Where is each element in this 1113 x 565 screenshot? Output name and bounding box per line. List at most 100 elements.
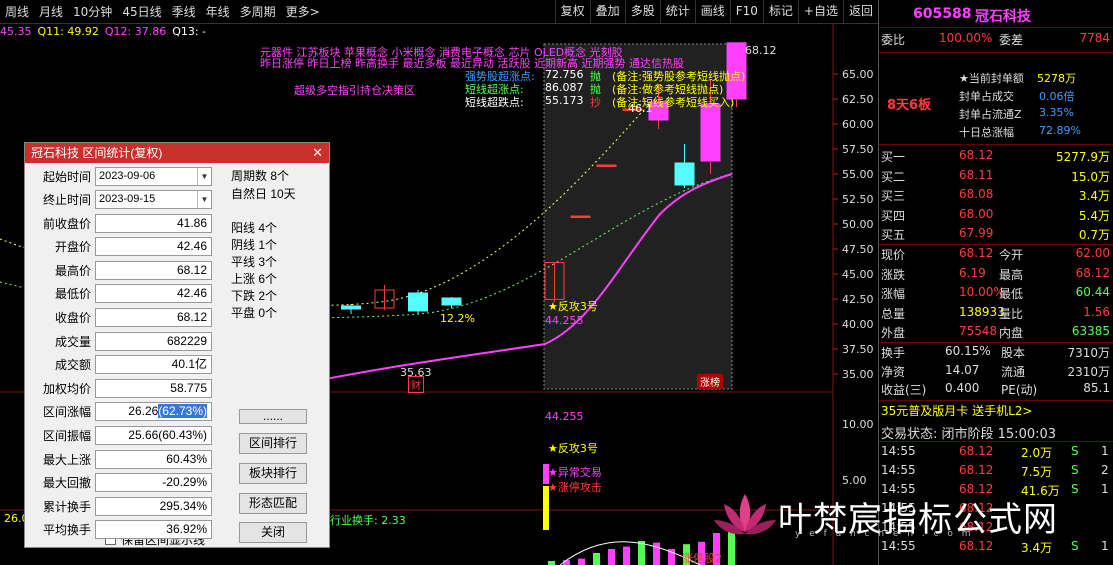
stat-value-field[interactable]: 58.775 xyxy=(95,378,212,398)
toolbar-button-2[interactable]: 多股 xyxy=(624,0,660,24)
promo-row: 35元普及版月卡 送手机L2> xyxy=(879,402,1113,421)
stat-row-7: 加权均价 58.775 xyxy=(29,378,212,398)
stat-row-12: 累计换手 295.34% xyxy=(29,496,212,516)
period-tab-2[interactable]: 10分钟 xyxy=(68,0,117,24)
industry-turnover: 行业换手: 2.33 xyxy=(330,514,406,527)
separator xyxy=(879,27,1113,28)
stat-value-field[interactable]: 25.66(60.43%) xyxy=(95,425,212,445)
pattern-match-button[interactable]: 形态匹配 xyxy=(239,493,307,514)
seal-info-label: 十日总涨幅 xyxy=(959,126,1014,139)
stat-row-0: 前收盘价 41.86 xyxy=(29,213,212,233)
stat-value-field[interactable]: 42.46 xyxy=(95,237,212,257)
volume-bar xyxy=(608,549,615,565)
toolbar-button-6[interactable]: 标记 xyxy=(762,0,798,24)
stat-row-6: 成交额 40.1亿 xyxy=(29,355,212,375)
period-tab-3[interactable]: 45日线 xyxy=(117,0,166,24)
counter-attack-value: 44.255 xyxy=(545,314,584,327)
quote-label: 最低 xyxy=(999,287,1024,302)
bid-volume: 3.4万 xyxy=(1078,189,1110,204)
stat-row-13: 平均换手 36.92% xyxy=(29,520,212,540)
candle-count-stat: 平线 3个 xyxy=(231,255,278,269)
toolbar-button-0[interactable]: 复权 xyxy=(554,0,590,24)
stat-value-field[interactable]: 295.34% xyxy=(95,496,212,516)
price-axis-label: 60.00 xyxy=(842,118,874,131)
start-time-picker[interactable]: 2023-09-06 ▼ xyxy=(95,166,212,186)
interval-rank-button[interactable]: 区间排行 xyxy=(239,433,307,454)
stat-label: 收盘价 xyxy=(54,310,91,325)
ma-value-2: Q12: 37.86 xyxy=(104,25,167,38)
stat-value-field[interactable]: 36.92% xyxy=(95,520,212,540)
toolbar-button-8[interactable]: 返回 xyxy=(842,0,878,24)
end-time-row: 终止时间 2023-09-15 ▼ xyxy=(29,189,212,209)
stat-label: 加权均价 xyxy=(42,381,91,396)
seal-info-row: 封单占流通Z 3.35% xyxy=(879,106,1113,125)
chevron-down-icon[interactable]: ▼ xyxy=(197,190,211,208)
price-axis-label: 47.50 xyxy=(842,243,874,256)
candle-body xyxy=(596,164,617,167)
stat-value-field[interactable]: 60.43% xyxy=(95,449,212,469)
fundamental-label: 股本 xyxy=(1001,346,1026,360)
fundamental-value: 60.15% xyxy=(945,344,991,358)
price-axis-label: 62.50 xyxy=(842,93,874,106)
limit-attack-label: ★涨停攻击 xyxy=(548,481,602,494)
stat-value-field[interactable]: 682229 xyxy=(95,331,212,351)
toolbar-button-1[interactable]: 叠加 xyxy=(589,0,625,24)
period-tab-0[interactable]: 周线 xyxy=(0,0,34,24)
fundamental-label: 收益(三) xyxy=(881,383,927,397)
bid-volume: 5.4万 xyxy=(1078,208,1110,223)
end-time-picker[interactable]: 2023-09-15 ▼ xyxy=(95,189,212,209)
period-tab-5[interactable]: 年线 xyxy=(201,0,235,24)
stat-value-field[interactable]: 41.86 xyxy=(95,213,212,233)
toolbar-button-5[interactable]: F10 xyxy=(729,0,763,24)
toolbar-button-4[interactable]: 画线 xyxy=(694,0,730,24)
end-time-label: 终止时间 xyxy=(42,192,91,207)
stat-label: 最高价 xyxy=(54,263,91,278)
toolbar-button-3[interactable]: 统计 xyxy=(659,0,695,24)
period-tab-7[interactable]: 更多> xyxy=(281,0,325,24)
function-buttons: 复权 叠加 多股 统计 画线 F10 标记 +自选 返回 xyxy=(554,0,878,24)
price-axis-label: 40.00 xyxy=(842,318,874,331)
tick-side: S xyxy=(1071,444,1079,458)
promo-link[interactable]: 35元普及版月卡 送手机L2> xyxy=(881,402,1032,419)
close-button[interactable]: 关闭 xyxy=(239,522,307,543)
stat-value-field[interactable]: 26.26(62.73%) xyxy=(95,402,212,422)
period-tab-1[interactable]: 月线 xyxy=(34,0,68,24)
price-axis-label: 50.00 xyxy=(842,218,874,231)
candle-body xyxy=(441,297,462,306)
quote-value: 62.00 xyxy=(1075,246,1110,260)
quote-label: 涨幅 xyxy=(881,287,906,302)
signal-value-2: 55.173 xyxy=(545,94,584,107)
fundamental-label: 流通 xyxy=(1001,364,1026,379)
lotus-logo-icon xyxy=(714,494,776,535)
chevron-down-icon[interactable]: ▼ xyxy=(197,167,211,185)
quote-label: 量比 xyxy=(999,306,1024,321)
stat-label: 最大上涨 xyxy=(42,452,91,467)
weibi-label: 委比 xyxy=(881,33,906,47)
price-axis-label: 55.00 xyxy=(842,168,874,181)
fundamental-label: PE(动) xyxy=(1001,383,1038,397)
price-axis-label: 52.50 xyxy=(842,193,874,206)
signal-label-2: 短线超跌点: xyxy=(465,96,524,109)
tick-time: 14:55 xyxy=(881,444,916,458)
stat-value-field[interactable]: 40.1亿 xyxy=(95,355,212,375)
bid-row: 买一 68.12 5277.9万 xyxy=(879,148,1113,167)
toolbar-button-7[interactable]: +自选 xyxy=(797,0,843,24)
stock-code: 605588 xyxy=(913,6,972,22)
period-tab-6[interactable]: 多周期 xyxy=(235,0,281,24)
stat-value-field[interactable]: 68.12 xyxy=(95,307,212,327)
tick-volume: 7.5万 xyxy=(1021,465,1053,479)
close-icon[interactable]: ✕ xyxy=(312,143,323,163)
candle-body xyxy=(341,305,361,310)
tick-volume: 2.0万 xyxy=(1021,446,1053,460)
period-tab-4[interactable]: 季线 xyxy=(167,0,201,24)
more-button[interactable]: ...... xyxy=(239,409,307,424)
separator xyxy=(879,144,1113,145)
fundamental-row: 收益(三) 0.400 PE(动) 85.1 xyxy=(879,381,1113,400)
quote-row: 涨跌 6.19 最高 68.12 xyxy=(879,266,1113,285)
sector-rank-button[interactable]: 板块排行 xyxy=(239,463,307,484)
quote-value: 68.12 xyxy=(1075,265,1110,280)
stat-value-field[interactable]: 68.12 xyxy=(95,260,212,280)
stat-value-field[interactable]: -20.29% xyxy=(95,473,212,493)
ma-value-0: 45.35 xyxy=(0,25,32,38)
stat-value-field[interactable]: 42.46 xyxy=(95,284,212,304)
